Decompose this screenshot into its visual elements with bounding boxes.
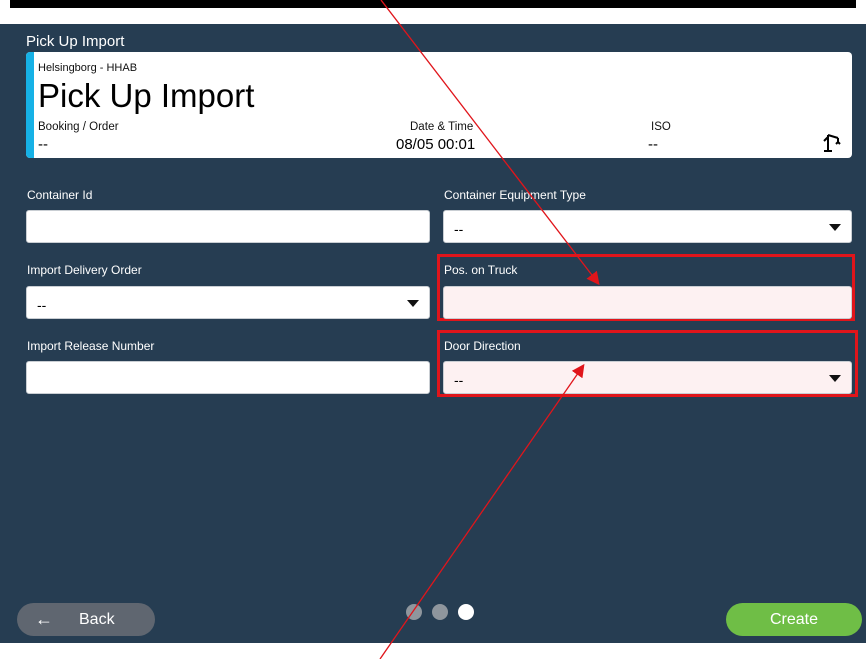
back-button[interactable]: ← Back <box>17 603 155 636</box>
back-button-label: Back <box>79 611 115 628</box>
arrow-left-icon: ← <box>35 609 53 629</box>
iso-value: -- <box>648 136 658 153</box>
release-number-input[interactable] <box>26 361 430 394</box>
delivery-order-label: Import Delivery Order <box>27 263 142 277</box>
release-number-label: Import Release Number <box>27 339 155 353</box>
datetime-value: 08/05 00:01 <box>396 136 476 153</box>
page-dot-3[interactable] <box>458 604 474 620</box>
booking-value: -- <box>38 136 48 153</box>
crane-icon[interactable] <box>820 132 842 154</box>
door-direction-value: -- <box>454 372 464 388</box>
page-dot-1[interactable] <box>406 604 422 620</box>
door-direction-label: Door Direction <box>444 339 521 353</box>
chevron-down-icon <box>829 375 841 382</box>
location-label: Helsingborg - HHAB <box>38 62 138 74</box>
app-screen: Pick Up Import Helsingborg - HHAB Pick U… <box>0 0 866 659</box>
delivery-order-value: -- <box>37 297 47 313</box>
container-id-label: Container Id <box>27 188 93 202</box>
header-accent-bar <box>26 52 34 158</box>
door-direction-select[interactable]: -- <box>443 361 852 394</box>
header-card: Helsingborg - HHAB Pick Up Import Bookin… <box>26 52 852 158</box>
bottom-margin <box>0 643 866 659</box>
screen-title: Pick Up Import <box>26 33 125 50</box>
chevron-down-icon <box>829 224 841 231</box>
equipment-type-value: -- <box>454 221 464 237</box>
delivery-order-select[interactable]: -- <box>26 286 430 319</box>
top-bar <box>10 0 856 8</box>
datetime-label: Date & Time <box>410 121 474 133</box>
chevron-down-icon <box>407 300 419 307</box>
pos-on-truck-label: Pos. on Truck <box>444 263 518 277</box>
page-title: Pick Up Import <box>38 77 255 114</box>
equipment-type-select[interactable]: -- <box>443 210 852 243</box>
container-id-input[interactable] <box>26 210 430 243</box>
booking-label: Booking / Order <box>38 121 119 133</box>
create-button[interactable]: Create <box>726 603 862 636</box>
pos-on-truck-input[interactable] <box>443 286 852 319</box>
iso-label: ISO <box>651 121 671 133</box>
equipment-type-label: Container Equipment Type <box>444 188 586 202</box>
page-dot-2[interactable] <box>432 604 448 620</box>
